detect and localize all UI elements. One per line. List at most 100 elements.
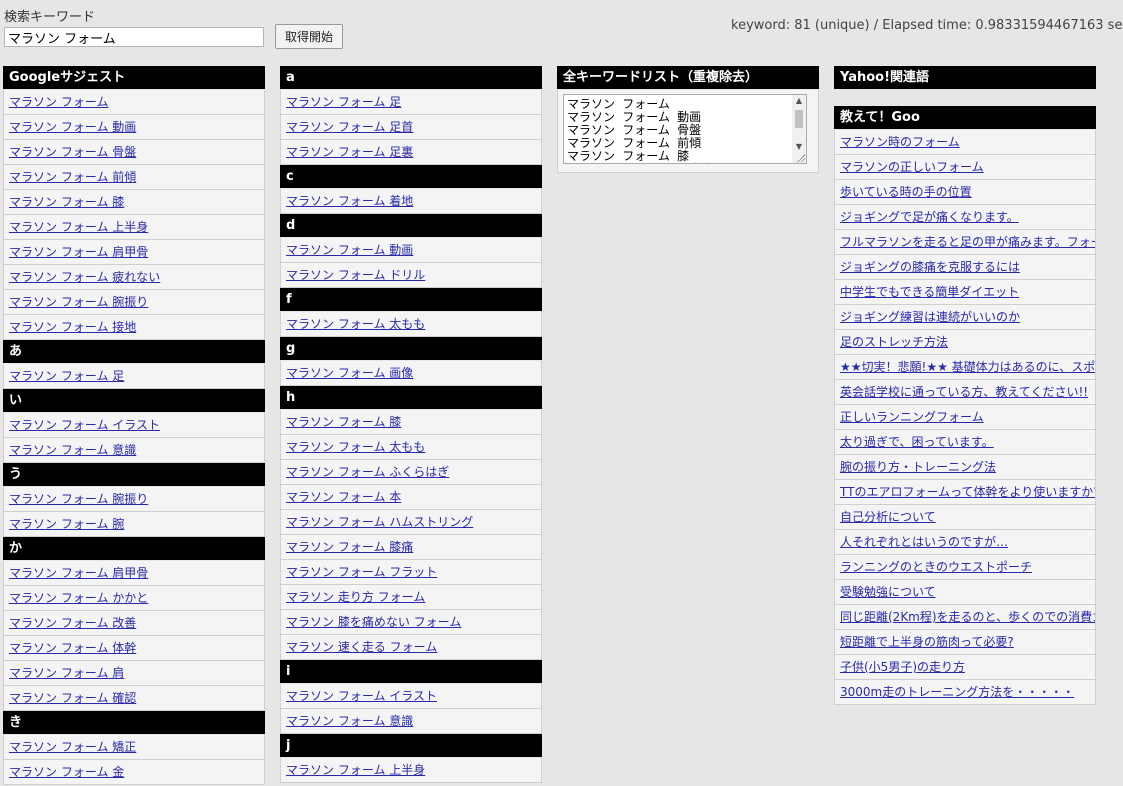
keyword-link[interactable]: マラソン フォーム ふくらはぎ [286,465,449,479]
goo-question-link[interactable]: 同じ距離(2Km程)を走るのと、歩くのでの消費カロリー [840,610,1095,624]
keyword-link[interactable]: マラソン フォーム 足 [286,95,401,109]
keyword-link[interactable]: マラソン フォーム 膝 [9,195,124,209]
goo-question-row: 人それぞれとはいうのですが… [834,530,1096,555]
goo-question-link[interactable]: 自己分析について [840,510,936,524]
keyword-row: マラソン 速く走る フォーム [280,635,542,660]
keyword-row: マラソン フォーム 肩甲骨 [3,240,265,265]
keyword-link[interactable]: マラソン フォーム 体幹 [9,641,136,655]
goo-question-link[interactable]: 英会話学校に通っている方、教えてください!! [840,385,1088,399]
goo-question-link[interactable]: 3000m走のトレーニング方法を・・・・・ [840,685,1074,699]
keyword-link[interactable]: マラソン フォーム 腕 [9,517,124,531]
search-input[interactable] [4,27,264,47]
goo-question-link[interactable]: ジョギングの膝痛を克服するには [840,260,1020,274]
keyword-link[interactable]: マラソン フォーム 本 [286,490,401,504]
keyword-link[interactable]: マラソン フォーム 上半身 [286,763,425,777]
goo-question-link[interactable]: 短距離で上半身の筋肉って必要? [840,635,1014,649]
keyword-link[interactable]: マラソン フォーム 膝 [286,415,401,429]
goo-question-link[interactable]: 受験勉強について [840,585,936,599]
group-header: Googleサジェスト [3,66,265,90]
goo-question-link[interactable]: 腕の振り方・トレーニング法 [840,460,996,474]
keyword-link[interactable]: マラソン フォーム 上半身 [9,220,148,234]
keyword-link[interactable]: マラソン フォーム 太もも [286,440,425,454]
keyword-link[interactable]: マラソン フォーム 足裏 [286,145,413,159]
goo-question-link[interactable]: 太り過ぎで、困っています。 [840,435,994,449]
keyword-link[interactable]: マラソン フォーム 骨盤 [9,145,136,159]
keyword-link[interactable]: マラソン 膝を痛めない フォーム [286,615,461,629]
goo-question-link[interactable]: マラソン時のフォーム [840,135,960,149]
goo-question-row: 英会話学校に通っている方、教えてください!! [834,380,1096,405]
group-header: き [3,711,265,735]
yahoo-related-header: Yahoo!関連語 [834,66,1096,90]
scroll-down-icon[interactable]: ▼ [792,141,806,153]
keyword-link[interactable]: マラソン フォーム 太もも [286,317,425,331]
goo-question-link[interactable]: フルマラソンを走ると足の甲が痛みます。フォーム改善の必要? [840,235,1095,249]
keyword-row: マラソン フォーム 腕 [3,512,265,537]
goo-question-link[interactable]: マラソンの正しいフォーム [840,160,984,174]
keyword-link[interactable]: マラソン フォーム イラスト [286,689,437,703]
goo-question-link[interactable]: 足のストレッチ方法 [840,335,948,349]
keyword-link[interactable]: マラソン フォーム 膝痛 [286,540,413,554]
goo-question-link[interactable]: TTのエアロフォームって体幹をより使いますか? [840,485,1095,499]
goo-question-link[interactable]: 正しいランニングフォーム [840,410,984,424]
keyword-link[interactable]: マラソン フォーム イラスト [9,418,160,432]
keyword-link[interactable]: マラソン フォーム 動画 [286,243,413,257]
textarea-scrollbar[interactable]: ▲ ▼ [792,95,806,163]
goo-question-link[interactable]: 人それぞれとはいうのですが… [840,535,1008,549]
keyword-row: マラソン フォーム 膝 [280,410,542,435]
goo-question-row: マラソンの正しいフォーム [834,155,1096,180]
goo-question-row: フルマラソンを走ると足の甲が痛みます。フォーム改善の必要? [834,230,1096,255]
goo-question-link[interactable]: 歩いている時の手の位置 [840,185,972,199]
keyword-link[interactable]: マラソン フォーム 金 [9,765,124,779]
goo-question-row: 短距離で上半身の筋肉って必要? [834,630,1096,655]
keyword-link[interactable]: マラソン フォーム 意識 [9,443,136,457]
resize-grip-icon[interactable] [797,154,805,162]
keyword-link[interactable]: マラソン フォーム ハムストリング [286,515,473,529]
keyword-link[interactable]: マラソン フォーム 画像 [286,366,413,380]
keyword-link[interactable]: マラソン 走り方 フォーム [286,590,425,604]
keyword-link[interactable]: マラソン フォーム 肩甲骨 [9,566,148,580]
keyword-row: マラソン フォーム 金 [3,760,265,785]
goo-question-row: ★★切実！悲願!★★ 基礎体力はあるのに、スポーツは何をやっても駄目な根本的な原… [834,355,1096,380]
keyword-link[interactable]: マラソン フォーム かかと [9,591,148,605]
keyword-link[interactable]: マラソン フォーム 確認 [9,691,136,705]
keyword-link[interactable]: マラソン フォーム 腕振り [9,295,148,309]
start-button[interactable]: 取得開始 [275,24,343,49]
keyword-row: マラソン フォーム かかと [3,586,265,611]
goo-question-link[interactable]: ランニングのときのウエストポーチ [840,560,1032,574]
keyword-link[interactable]: マラソン フォーム ドリル [286,268,425,282]
keyword-row: マラソン フォーム 着地 [280,189,542,214]
keyword-link[interactable]: マラソン フォーム 動画 [9,120,136,134]
keyword-link[interactable]: マラソン フォーム 腕振り [9,492,148,506]
keyword-link[interactable]: マラソン フォーム 意識 [286,714,413,728]
all-keywords-header: 全キーワードリスト（重複除去） [557,66,819,90]
keyword-link[interactable]: マラソン フォーム 改善 [9,616,136,630]
keyword-link[interactable]: マラソン フォーム 接地 [9,320,136,334]
related-words-column: Yahoo!関連語 教えて！Goo マラソン時のフォーム マラソンの正しいフォーム… [834,66,1096,705]
goo-question-link[interactable]: 子供(小5男子)の走り方 [840,660,965,674]
keyword-link[interactable]: マラソン フォーム [9,95,108,109]
keyword-link[interactable]: マラソン フォーム 足首 [286,120,413,134]
keyword-row: マラソン フォーム 確認 [3,686,265,711]
keyword-link[interactable]: マラソン フォーム 足 [9,369,124,383]
keyword-row: マラソン フォーム 足 [280,90,542,115]
keyword-link[interactable]: マラソン フォーム フラット [286,565,437,579]
keyword-link[interactable]: マラソン フォーム 肩甲骨 [9,245,148,259]
keyword-link[interactable]: マラソン フォーム 着地 [286,194,413,208]
keyword-link[interactable]: マラソン フォーム 前傾 [9,170,136,184]
goo-question-link[interactable]: 中学生でもできる簡単ダイエット [840,285,1019,299]
goo-question-row: マラソン時のフォーム [834,130,1096,155]
scroll-thumb[interactable] [795,110,803,128]
keyword-row: マラソン フォーム 本 [280,485,542,510]
scroll-up-icon[interactable]: ▲ [792,95,806,107]
goo-question-link[interactable]: ジョギングで足が痛くなります。 [840,210,1019,224]
keyword-row: マラソン フォーム 意識 [3,438,265,463]
all-keywords-textarea[interactable] [563,94,807,164]
keyword-link[interactable]: マラソン フォーム 疲れない [9,270,160,284]
keyword-row: マラソン フォーム 動画 [3,115,265,140]
keyword-link[interactable]: マラソン フォーム 肩 [9,666,124,680]
goo-question-link[interactable]: ★★切実！悲願!★★ 基礎体力はあるのに、スポーツは何をやっても駄目な根本的な原… [840,360,1095,374]
goo-question-link[interactable]: ジョギング練習は連続がいいのか [840,310,1020,324]
keyword-link[interactable]: マラソン フォーム 矯正 [9,740,136,754]
stats-text: keyword: 81 (unique) / Elapsed time: 0.9… [731,18,1123,33]
keyword-link[interactable]: マラソン 速く走る フォーム [286,640,437,654]
